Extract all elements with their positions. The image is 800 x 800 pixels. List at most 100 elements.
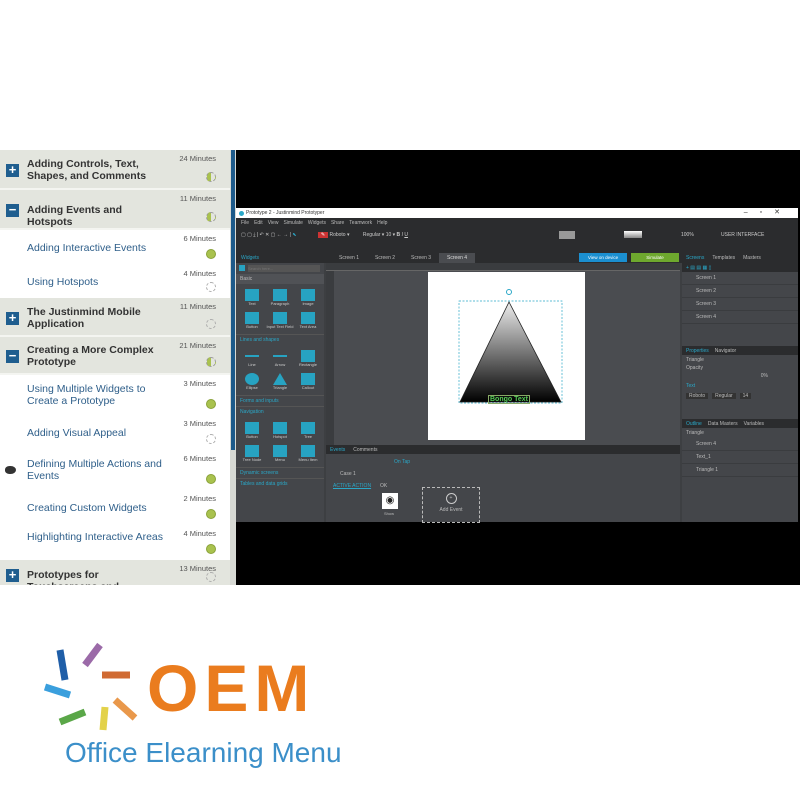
expand-icon[interactable]: + (6, 311, 19, 325)
variables-tab[interactable]: Variables (744, 421, 764, 427)
select-tool-icon[interactable]: ⬉ (292, 232, 296, 238)
triangle-shape[interactable] (428, 272, 585, 440)
lesson-item[interactable]: Adding Interactive Events 6 Minutes (0, 230, 230, 265)
condition-label[interactable]: Case 1 (340, 471, 356, 477)
events-tab[interactable]: Events (330, 447, 345, 453)
outline-item[interactable]: Triangle 1 (682, 464, 798, 477)
outline-tab[interactable]: Outline (686, 421, 702, 427)
screen-list-item[interactable]: Screen 1 (682, 272, 798, 285)
font-family-select[interactable]: Roboto (329, 232, 345, 238)
widget-rectangle[interactable]: Rectangle (294, 350, 322, 367)
scrollbar-thumb[interactable] (231, 150, 235, 450)
show-action-icon[interactable]: ◉ (382, 493, 398, 509)
prop-font-select[interactable]: Roboto (686, 393, 709, 399)
mode-select[interactable]: USER INTERFACE (721, 228, 764, 242)
widget-ellipse[interactable]: Ellipse (238, 373, 266, 390)
widget-arrow[interactable]: Arrow (266, 350, 294, 367)
screen-page[interactable]: Bongo Text (428, 272, 585, 440)
expand-icon[interactable]: + (6, 163, 19, 177)
lesson-item[interactable]: Using Hotspots 4 Minutes (0, 265, 230, 298)
widget-callout[interactable]: Callout (294, 373, 322, 390)
screen-list-item[interactable]: Screen 4 (682, 311, 798, 324)
tab-screens[interactable]: Screens (686, 255, 704, 261)
menu-item-widgets[interactable]: Widgets (308, 220, 326, 226)
lesson-item[interactable]: Defining Multiple Actions and Events 6 Mi… (0, 450, 230, 490)
add-event-button[interactable]: + Add Event (422, 487, 480, 523)
lesson-item[interactable]: Highlighting Interactive Areas 4 Minutes (0, 525, 230, 560)
window-controls[interactable]: –▫✕ (744, 208, 792, 218)
menu-item-file[interactable]: File (241, 220, 249, 226)
condition-link[interactable]: ACTIVE ACTION (333, 483, 371, 489)
widget-text-area[interactable]: Text Area (294, 312, 322, 329)
screen-tab[interactable]: Screen 1 (331, 253, 367, 263)
prop-size-select[interactable]: 14 (739, 393, 752, 399)
course-section-header[interactable]: − Creating a More Complex Prototype 21 Min… (0, 337, 230, 375)
course-section-header[interactable]: + Adding Controls, Text, Shapes, and Comm… (0, 150, 230, 190)
widget-paragraph[interactable]: Paragraph (266, 289, 294, 306)
simulate-button[interactable]: Simulate (631, 253, 679, 262)
gradient-swatch[interactable] (624, 231, 642, 238)
course-section-header[interactable]: + The Justinmind Mobile Application 11 Min… (0, 298, 230, 337)
opacity-input[interactable]: 0% (682, 371, 798, 381)
menu-item-simulate[interactable]: Simulate (283, 220, 302, 226)
screen-tab[interactable]: Screen 4 (439, 253, 476, 263)
screen-list-item[interactable]: Screen 2 (682, 285, 798, 298)
navigation-section-header[interactable]: Navigation (236, 406, 324, 417)
menu-item-teamwork[interactable]: Teamwork (349, 220, 372, 226)
screen-tab[interactable]: Screen 2 (367, 253, 403, 263)
font-size-select[interactable]: 10 (386, 232, 392, 238)
forms-section-header[interactable]: Forms and inputs (236, 395, 324, 406)
toolbar-icons[interactable]: ▢ ▢ ⤓ | ↶ ✕ ▢ ← → | (241, 232, 292, 238)
widget-button[interactable]: Button (238, 422, 266, 439)
view-on-device-button[interactable]: View on device (579, 253, 627, 262)
fill-color[interactable] (559, 231, 575, 239)
menu-item-help[interactable]: Help (377, 220, 387, 226)
widget-search-input[interactable] (248, 265, 320, 272)
widget-menu-item[interactable]: Menu Item (294, 445, 322, 462)
font-select[interactable]: ✎ (317, 232, 329, 238)
collapse-icon[interactable]: − (6, 349, 19, 363)
zoom-level[interactable]: 100% (681, 228, 694, 242)
collapse-icon[interactable]: − (6, 203, 19, 217)
lesson-item[interactable]: Using Multiple Widgets to Create a Proto… (0, 375, 230, 415)
navigator-tab[interactable]: Navigator (715, 348, 736, 354)
tab-templates[interactable]: Templates (712, 255, 735, 261)
menu-item-share[interactable]: Share (331, 220, 344, 226)
data-masters-tab[interactable]: Data Masters (708, 421, 738, 427)
widget-input-text-field[interactable]: Input Text Field (266, 312, 294, 329)
expand-icon[interactable]: + (6, 568, 19, 582)
outline-item[interactable]: Text_1 (682, 451, 798, 464)
prop-weight-select[interactable]: Regular (712, 393, 736, 399)
event-trigger[interactable]: On Tap (394, 459, 410, 465)
lesson-item[interactable]: Adding Visual Appeal 3 Minutes (0, 415, 230, 450)
screen-tab[interactable]: Screen 3 (403, 253, 439, 263)
course-section-header[interactable]: − Adding Events and Hotspots 11 Minutes (0, 190, 230, 230)
widget-image[interactable]: Image (294, 289, 322, 306)
widget-menu[interactable]: Menu (266, 445, 294, 462)
font-weight-select[interactable]: Regular (363, 232, 381, 238)
tab-masters[interactable]: Masters (743, 255, 761, 261)
triangle-text[interactable]: Bongo Text (488, 395, 530, 404)
tables-section-header[interactable]: Tables and data grids (236, 478, 324, 489)
widget-tree[interactable]: Tree (294, 422, 322, 439)
outline-item[interactable]: Screen 4 (682, 438, 798, 451)
comments-tab[interactable]: Comments (353, 447, 377, 453)
basic-section-header[interactable]: Basic (236, 274, 324, 284)
canvas-area[interactable]: Bongo Text (326, 263, 680, 445)
widget-hotspot[interactable]: Hotspot (266, 422, 294, 439)
widget-triangle[interactable]: Triangle (266, 373, 294, 390)
library-icon[interactable] (239, 265, 245, 271)
properties-tab[interactable]: Properties (686, 348, 709, 354)
widget-tree-node[interactable]: Tree Node (238, 445, 266, 462)
screens-toolbar[interactable]: + ▤ ▤ ▦ ▯ (682, 263, 798, 272)
course-section-header[interactable]: +Prototypes for Touchscreens and13 Minut… (0, 560, 230, 585)
widget-button[interactable]: Button (238, 312, 266, 329)
menu-item-edit[interactable]: Edit (254, 220, 263, 226)
dynamic-section-header[interactable]: Dynamic screens (236, 467, 324, 478)
lesson-item[interactable]: Creating Custom Widgets 2 Minutes (0, 490, 230, 525)
widget-text[interactable]: Text (238, 289, 266, 306)
widget-line[interactable]: Line (238, 350, 266, 367)
shapes-section-header[interactable]: Lines and shapes (236, 334, 324, 345)
menu-item-view[interactable]: View (268, 220, 279, 226)
widgets-tab[interactable]: Widgets (241, 255, 259, 261)
